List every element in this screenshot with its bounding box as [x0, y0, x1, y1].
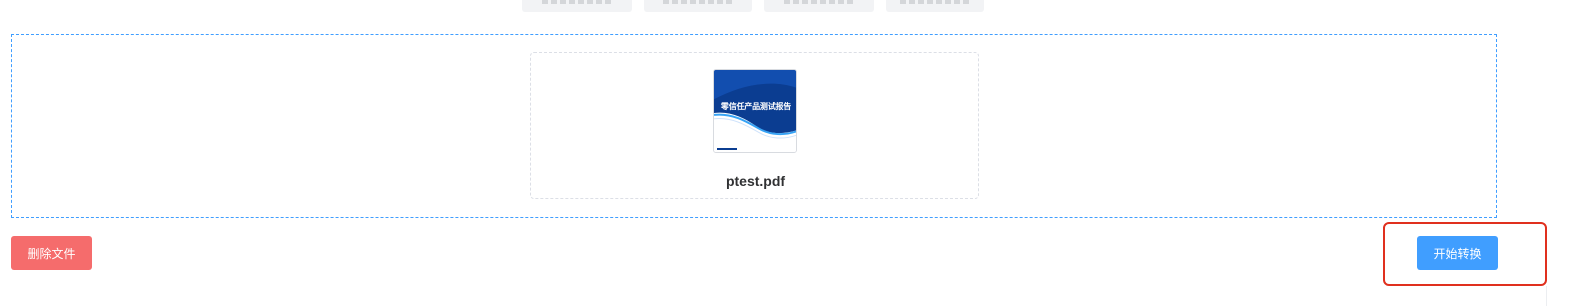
thumbnail-footer-mark: [717, 148, 737, 150]
file-name: ptest.pdf: [725, 173, 786, 189]
tab-3[interactable]: [764, 0, 874, 12]
delete-file-button[interactable]: 删除文件: [11, 236, 92, 270]
tab-2[interactable]: [644, 0, 752, 12]
file-card[interactable]: 零信任产品测试报告 ptest.pdf: [530, 52, 979, 199]
thumbnail-title: 零信任产品测试报告: [720, 102, 792, 111]
tab-label-4: [900, 0, 970, 4]
tab-1[interactable]: [522, 0, 632, 12]
tab-label-1: [542, 0, 612, 4]
converter-page: 零信任产品测试报告 ptest.pdf 删除文件 开始转换: [0, 0, 1581, 306]
tab-label-3: [784, 0, 854, 4]
start-conversion-button[interactable]: 开始转换: [1417, 236, 1498, 270]
conversion-type-tabs: [522, 0, 984, 12]
page-edge-divider: [1546, 286, 1547, 306]
pdf-thumbnail: 零信任产品测试报告: [713, 69, 797, 153]
tab-4[interactable]: [886, 0, 984, 12]
tab-label-2: [663, 0, 733, 4]
